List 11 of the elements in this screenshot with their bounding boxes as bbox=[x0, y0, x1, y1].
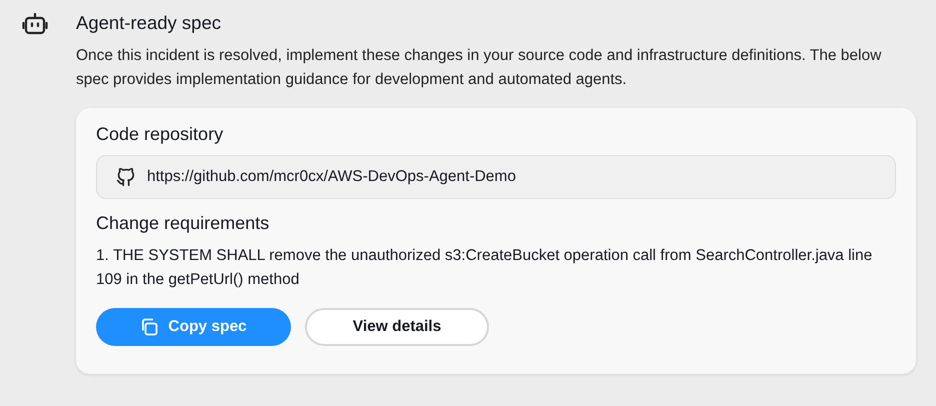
requirements-heading: Change requirements bbox=[96, 213, 270, 234]
github-icon bbox=[115, 166, 137, 188]
repository-heading: Code repository bbox=[96, 124, 224, 145]
section-description: Once this incident is resolved, implement these changes in your source code and infrastructure definitions. The below spec provides implementation guidance for development and automated agents. bbox=[76, 46, 882, 90]
requirement-text: 1. THE SYSTEM SHALL remove the unauthorized s3:CreateBucket operation call from SearchController.java line 109 in the getPetUrl() method bbox=[96, 246, 874, 290]
robot-icon bbox=[22, 12, 48, 36]
section-title: Agent-ready spec bbox=[76, 12, 222, 34]
repository-field[interactable]: https://github.com/mcr0cx/AWS-DevOps-Agent-Demo bbox=[96, 155, 896, 199]
repository-url: https://github.com/mcr0cx/AWS-DevOps-Agent-Demo bbox=[147, 168, 516, 186]
copy-icon bbox=[140, 318, 158, 336]
details-button[interactable]: View details bbox=[305, 308, 489, 346]
